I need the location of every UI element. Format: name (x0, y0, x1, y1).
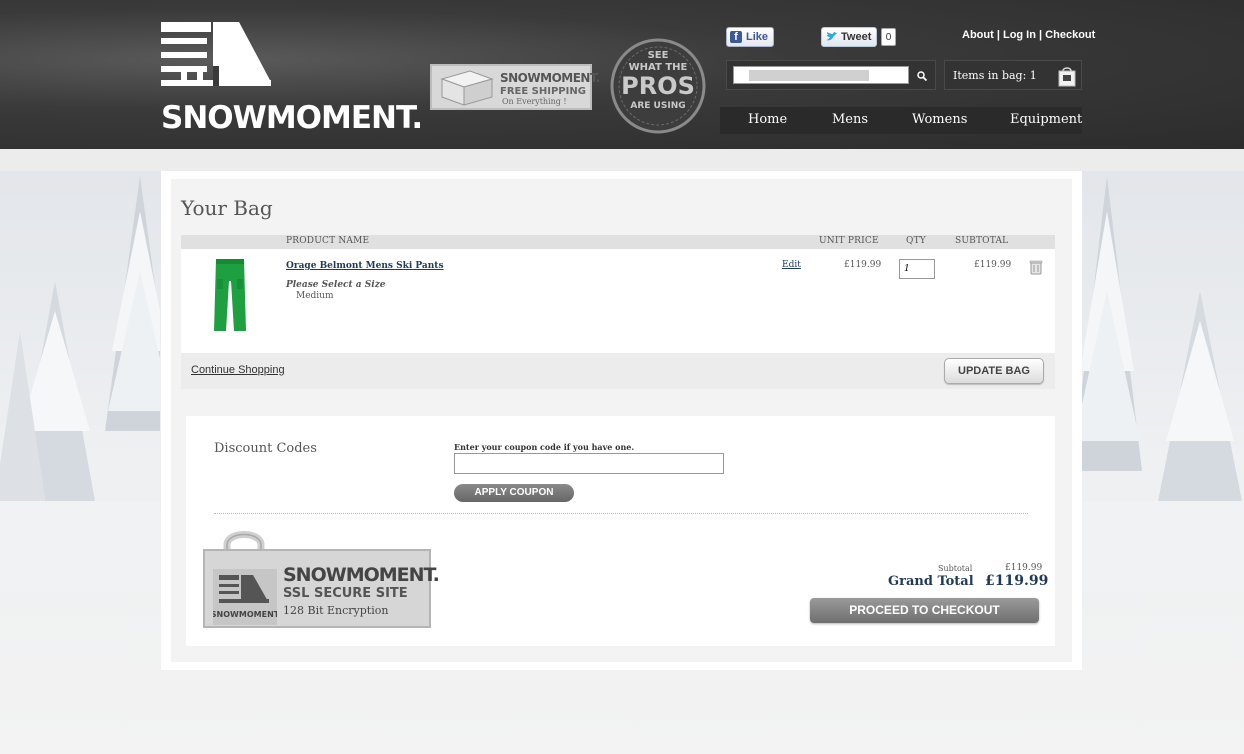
shipping-line2: On Everything ! (502, 97, 567, 106)
continue-shopping-link[interactable]: Continue Shopping (191, 364, 285, 376)
subtotal-label: Subtotal (938, 564, 973, 573)
nav-equipment[interactable]: Equipment (1010, 112, 1082, 127)
nav-mens[interactable]: Mens (832, 112, 868, 127)
remove-item-icon[interactable] (1029, 259, 1043, 275)
pros-line3: PROS (621, 72, 695, 100)
col-product-name: PRODUCT NAME (286, 236, 370, 246)
site-logo[interactable]: SNOWMOMENT. (161, 22, 423, 136)
table-row: Orage Belmont Mens Ski Pants Please Sele… (181, 249, 1055, 353)
section-divider (214, 513, 1028, 514)
main-nav: Home Mens Womens Equipment (720, 107, 1082, 134)
edit-link[interactable]: Edit (782, 260, 801, 270)
update-bag-button[interactable]: UPDATE BAG (944, 358, 1044, 384)
link-separator: | (1039, 29, 1043, 41)
pros-badge[interactable]: SEE WHAT THE PROS ARE USING (608, 36, 708, 136)
header-sub-band (0, 149, 1244, 171)
like-label: Like (746, 31, 769, 43)
grand-total-value: £119.99 (985, 573, 1049, 589)
product-thumbnail[interactable] (212, 259, 248, 333)
snowy-trees-right-icon (1082, 176, 1244, 591)
tweet-button[interactable]: Tweet (821, 27, 877, 47)
twitter-bird-icon (826, 32, 837, 41)
facebook-like-button[interactable]: f Like (726, 27, 774, 47)
ssl-secure-badge: SNOWMOMENT SNOWMOMENT. SSL SECURE SITE 1… (203, 527, 440, 628)
proceed-to-checkout-button[interactable]: PROCEED TO CHECKOUT (810, 598, 1039, 623)
ssl-badge-box: SNOWMOMENT SNOWMOMENT. SSL SECURE SITE 1… (203, 549, 440, 628)
shopping-bag-icon (1058, 67, 1076, 87)
option-value: Medium (296, 291, 334, 301)
coupon-input[interactable] (454, 453, 724, 474)
cart-inner: Your Bag PRODUCT NAME UNIT PRICE QTY SUB… (171, 179, 1072, 662)
site-header: SNOWMOMENT. SNOWMOMENT. FREE SHIPPING On… (0, 0, 1244, 149)
link-separator: | (996, 29, 1000, 41)
shipping-line1: FREE SHIPPING (500, 86, 586, 97)
option-label: Please Select a Size (286, 280, 386, 290)
nav-womens[interactable]: Womens (912, 112, 967, 127)
search-bar (726, 60, 936, 90)
tweet-label: Tweet (841, 31, 872, 43)
col-qty: QTY (906, 236, 926, 246)
top-links: About | Log In | Checkout (962, 29, 1095, 41)
ssl-brand: SNOWMOMENT. (283, 564, 440, 586)
search-blurred-text (749, 70, 869, 81)
shipping-brand: SNOWMOMENT. (500, 71, 600, 85)
shipping-box-icon (440, 70, 494, 106)
checkout-link[interactable]: Checkout (1045, 29, 1095, 41)
checkout-section: Discount Codes Enter your coupon code if… (186, 416, 1055, 646)
cart-card: Your Bag PRODUCT NAME UNIT PRICE QTY SUB… (161, 171, 1082, 670)
ssl-logo-icon: SNOWMOMENT (213, 569, 277, 625)
ssl-line1: SSL SECURE SITE (283, 586, 408, 601)
col-unit-price: UNIT PRICE (819, 236, 879, 246)
subtotal-value: £119.99 (1005, 563, 1043, 573)
logo-wordmark: SNOWMOMENT. (161, 100, 423, 136)
col-subtotal: SUBTOTAL (955, 236, 1009, 246)
coupon-prompt: Enter your coupon code if you have one. (454, 442, 635, 452)
search-icon[interactable] (916, 70, 928, 82)
tweet-count: 0 (881, 28, 896, 46)
apply-coupon-button[interactable]: APPLY COUPON (454, 484, 574, 502)
ssl-mini-brand: SNOWMOMENT (213, 610, 277, 619)
bag-count: Items in bag: 1 (953, 69, 1037, 82)
ssl-line2: 128 Bit Encryption (283, 604, 389, 617)
pros-line4: ARE USING (630, 101, 686, 111)
nav-home[interactable]: Home (748, 112, 787, 127)
bag-summary[interactable]: Items in bag: 1 (944, 60, 1082, 90)
snowy-trees-left-icon (0, 176, 160, 591)
cart-table-header: PRODUCT NAME UNIT PRICE QTY SUBTOTAL (181, 235, 1055, 249)
discount-title: Discount Codes (214, 441, 317, 456)
cart-footer: Continue Shopping UPDATE BAG (181, 353, 1055, 389)
grand-total-label: Grand Total (888, 574, 974, 589)
pros-line1: SEE (647, 50, 669, 61)
line-subtotal: £119.99 (974, 260, 1012, 270)
free-shipping-banner[interactable]: SNOWMOMENT. FREE SHIPPING On Everything … (430, 64, 600, 110)
facebook-icon: f (730, 31, 742, 43)
logo-mark-icon (161, 22, 271, 86)
product-name-link[interactable]: Orage Belmont Mens Ski Pants (286, 261, 444, 271)
page-title: Your Bag (181, 196, 273, 220)
login-link[interactable]: Log In (1003, 29, 1036, 41)
quantity-input[interactable] (899, 259, 935, 279)
about-link[interactable]: About (962, 29, 994, 41)
unit-price: £119.99 (844, 260, 882, 270)
